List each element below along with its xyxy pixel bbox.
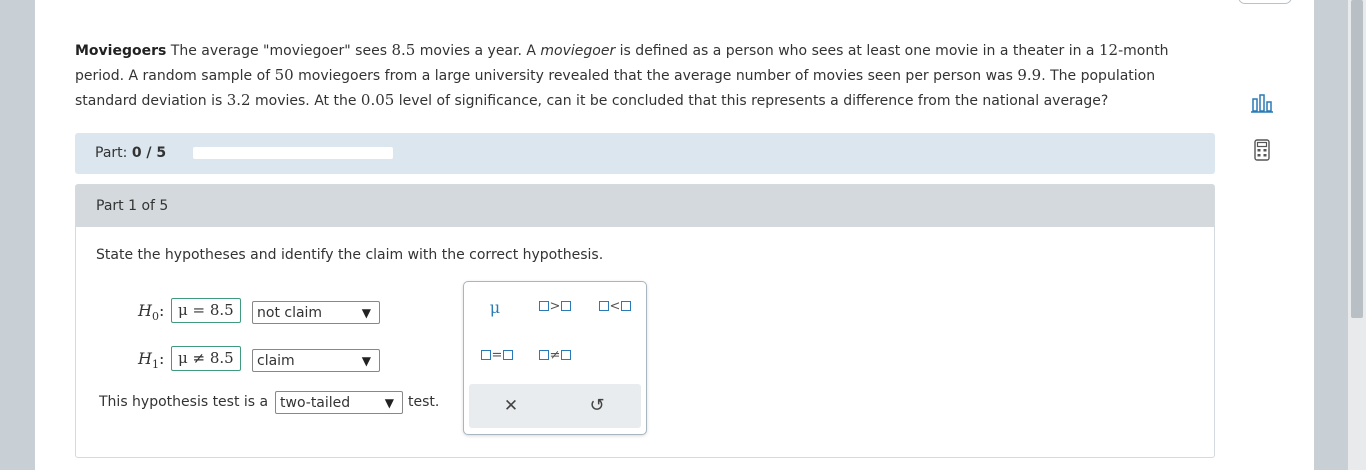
chart-tool-button[interactable] bbox=[1247, 93, 1277, 123]
test-type-line: This hypothesis test is a bbox=[99, 394, 268, 410]
close-icon: ✕ bbox=[503, 396, 519, 416]
h0-claim-selected: not claim bbox=[257, 305, 323, 321]
progress-track bbox=[193, 147, 393, 159]
undo-icon: ↺ bbox=[589, 395, 605, 416]
progress-value: 0 / 5 bbox=[131, 145, 167, 161]
problem-text: is defined as a person who sees at least… bbox=[615, 43, 1099, 59]
problem-value: 12 bbox=[1098, 41, 1119, 59]
scrollbar-thumb[interactable] bbox=[1351, 0, 1363, 318]
problem-text: moviegoers from a large university revea… bbox=[293, 68, 1018, 84]
placeholder-square-icon bbox=[561, 350, 572, 360]
progress-label-text: Part: bbox=[95, 145, 128, 161]
palette-less-than-button[interactable]: < bbox=[591, 298, 639, 314]
palette-greater-than-button[interactable]: > bbox=[531, 298, 579, 314]
test-type-selected: two-tailed bbox=[280, 395, 351, 411]
clear-button[interactable]: ✕ bbox=[487, 396, 535, 416]
problem-value: 3.2 bbox=[226, 91, 251, 109]
symbol-palette: μ > < = ≠ ✕ ↺ bbox=[463, 281, 647, 435]
test-type-suffix: test. bbox=[408, 394, 440, 410]
part-header: Part 1 of 5 bbox=[76, 185, 1214, 227]
h0-colon: : bbox=[158, 301, 165, 320]
part-instruction: State the hypotheses and identify the cl… bbox=[96, 247, 604, 263]
placeholder-square-icon bbox=[598, 301, 609, 311]
dropdown-arrow-icon: ▼ bbox=[361, 306, 371, 320]
placeholder-square-icon bbox=[480, 350, 491, 360]
calculator-tool-button[interactable] bbox=[1247, 139, 1277, 169]
dropdown-arrow-icon: ▼ bbox=[384, 396, 394, 410]
h1-subscript: 1 bbox=[151, 358, 159, 372]
calculator-icon bbox=[1254, 139, 1270, 161]
bar-chart-icon bbox=[1251, 94, 1273, 113]
problem-text: level of significance, can it be conclud… bbox=[394, 93, 1109, 109]
lt-symbol: < bbox=[609, 298, 621, 314]
h0-label: H0: bbox=[138, 301, 164, 323]
problem-text: movies. At the bbox=[250, 93, 361, 109]
palette-not-equal-button[interactable]: ≠ bbox=[531, 347, 579, 363]
problem-text: The average "moviegoer" sees bbox=[166, 43, 392, 59]
placeholder-square-icon bbox=[621, 301, 632, 311]
problem-value: 8.5 bbox=[391, 41, 416, 59]
palette-mu-button[interactable]: μ bbox=[471, 298, 519, 317]
palette-footer: ✕ ↺ bbox=[469, 384, 641, 428]
h1-answer-input[interactable]: μ ≠ 8.5 bbox=[171, 346, 241, 371]
eq-symbol: = bbox=[491, 347, 503, 363]
placeholder-square-icon bbox=[561, 301, 572, 311]
placeholder-square-icon bbox=[538, 350, 549, 360]
problem-value: 9.9 bbox=[1017, 66, 1042, 84]
problem-title: Moviegoers bbox=[75, 43, 167, 59]
h0-subscript: 0 bbox=[151, 310, 159, 324]
h1-claim-selected: claim bbox=[257, 353, 295, 369]
top-pill-button[interactable] bbox=[1238, 0, 1292, 4]
h1-symbol: H bbox=[138, 349, 152, 368]
problem-value: 0.05 bbox=[360, 91, 395, 109]
placeholder-square-icon bbox=[503, 350, 514, 360]
h0-claim-select[interactable]: not claim ▼ bbox=[252, 301, 380, 324]
mu-symbol: μ bbox=[489, 298, 501, 317]
h1-label: H1: bbox=[138, 349, 164, 371]
h1-claim-select[interactable]: claim ▼ bbox=[252, 349, 380, 372]
part-progress-bar: Part: 0 / 5 bbox=[75, 133, 1215, 174]
palette-equals-button[interactable]: = bbox=[473, 347, 521, 363]
placeholder-square-icon bbox=[538, 301, 549, 311]
ne-symbol: ≠ bbox=[549, 347, 561, 363]
test-type-prefix: This hypothesis test is a bbox=[99, 394, 269, 410]
problem-text: movies a year. A bbox=[415, 43, 541, 59]
test-type-select[interactable]: two-tailed ▼ bbox=[275, 391, 403, 414]
problem-value: 50 bbox=[274, 66, 294, 84]
part-header-text: Part 1 of 5 bbox=[96, 198, 169, 214]
problem-statement: Moviegoers The average "moviegoer" sees … bbox=[75, 38, 1185, 113]
part-progress-label: Part: 0 / 5 bbox=[95, 145, 166, 161]
undo-button[interactable]: ↺ bbox=[573, 395, 621, 416]
h1-colon: : bbox=[158, 349, 165, 368]
gt-symbol: > bbox=[549, 298, 561, 314]
h0-symbol: H bbox=[138, 301, 152, 320]
dropdown-arrow-icon: ▼ bbox=[361, 354, 371, 368]
h0-answer-input[interactable]: μ = 8.5 bbox=[171, 298, 241, 323]
problem-term: moviegoer bbox=[540, 43, 616, 59]
